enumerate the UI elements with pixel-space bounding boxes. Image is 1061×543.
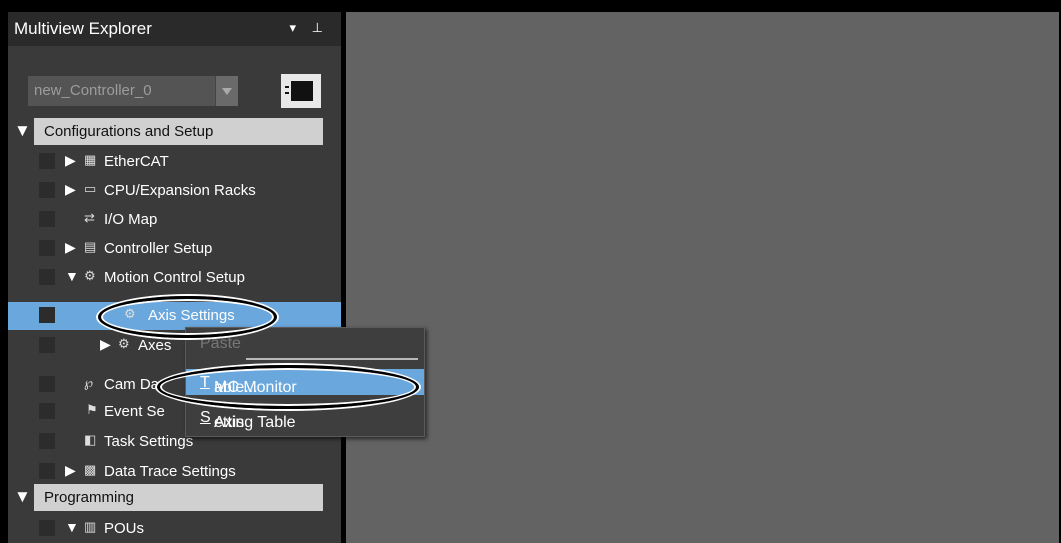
panel-pin-controls[interactable]: ▾ ⊥ xyxy=(290,20,329,36)
tree-item-label: POUs xyxy=(104,520,145,537)
tree-item-label: Event Se xyxy=(104,403,165,420)
tree-item-io-map[interactable]: ⇄ I/O Map xyxy=(8,206,341,234)
callout-oval-mc-monitor-table xyxy=(157,365,419,409)
expand-down-icon[interactable]: ▼ xyxy=(14,487,31,507)
expand-right-icon[interactable]: ▶ xyxy=(65,239,76,256)
expand-right-icon[interactable]: ▶ xyxy=(100,336,111,353)
controller-setup-icon: ▤ xyxy=(84,239,97,254)
expand-right-icon[interactable]: ▶ xyxy=(65,462,76,479)
expand-down-icon[interactable]: ▼ xyxy=(65,268,79,284)
callout-oval-axis-settings xyxy=(98,296,277,338)
tree-item-label: Axes xyxy=(138,337,172,354)
menu-item-label: Paste xyxy=(200,335,241,352)
io-map-icon: ⇄ xyxy=(84,210,95,225)
tree-item-cpu-expansion-racks[interactable]: ▶ ▭ CPU/Expansion Racks xyxy=(8,177,341,205)
tree-item-label: Motion Control Setup xyxy=(104,269,245,286)
section-programming[interactable]: ▼ Programming xyxy=(8,484,341,512)
expand-right-icon[interactable]: ▶ xyxy=(65,181,76,198)
panel-title: Multiview Explorer xyxy=(14,19,152,38)
tree-item-controller-setup[interactable]: ▶ ▤ Controller Setup xyxy=(8,235,341,263)
tree-item-label: Task Settings xyxy=(104,433,194,450)
section-label: Configurations and Setup xyxy=(44,123,214,140)
flag-icon: ⚑ xyxy=(86,402,98,417)
rack-icon: ▭ xyxy=(84,181,97,196)
section-label: Programming xyxy=(44,489,135,506)
trace-icon: ▩ xyxy=(84,462,97,477)
main-editor-area xyxy=(346,12,1059,543)
section-configurations-and-setup[interactable]: ▼ Configurations and Setup xyxy=(8,118,341,146)
gears-icon: ⚙ xyxy=(118,336,130,351)
dropdown-arrow-icon[interactable] xyxy=(215,76,238,106)
multiview-explorer-panel: Multiview Explorer ▾ ⊥ new_Controller_0 … xyxy=(8,12,341,543)
expand-right-icon[interactable]: ▶ xyxy=(65,152,76,169)
document-icon: ▥ xyxy=(84,519,97,534)
tree-item-label: EtherCAT xyxy=(104,153,169,170)
menu-separator xyxy=(246,358,418,360)
ethercat-icon: ▦ xyxy=(84,152,97,167)
tree-item-pous[interactable]: ▼ ▥ POUs xyxy=(8,515,341,543)
tree-item-label: Data Trace Settings xyxy=(104,463,236,480)
tree-item-label: Controller Setup xyxy=(104,240,213,257)
tree-item-label: CPU/Expansion Racks xyxy=(104,182,256,199)
tree-item-data-trace-settings[interactable]: ▶ ▩ Data Trace Settings xyxy=(8,458,341,486)
tree-item-motion-control-setup[interactable]: ▼ ⚙ Motion Control Setup xyxy=(8,264,341,292)
tree-item-ethercat[interactable]: ▶ ▦ EtherCAT xyxy=(8,148,341,176)
tree-item-label: Cam Da xyxy=(104,376,160,393)
cam-icon: ℘ xyxy=(84,375,94,390)
panel-header: Multiview Explorer ▾ ⊥ xyxy=(8,12,341,46)
gear-icon: ⚙ xyxy=(84,268,96,283)
controller-dropdown-value: new_Controller_0 xyxy=(34,82,152,99)
controller-dropdown[interactable]: new_Controller_0 xyxy=(28,76,238,106)
tree-item-label: I/O Map xyxy=(104,211,158,228)
expand-down-icon[interactable]: ▼ xyxy=(65,519,79,535)
task-icon: ◧ xyxy=(84,432,97,447)
expand-down-icon[interactable]: ▼ xyxy=(14,121,31,141)
controller-icon[interactable] xyxy=(281,74,321,108)
